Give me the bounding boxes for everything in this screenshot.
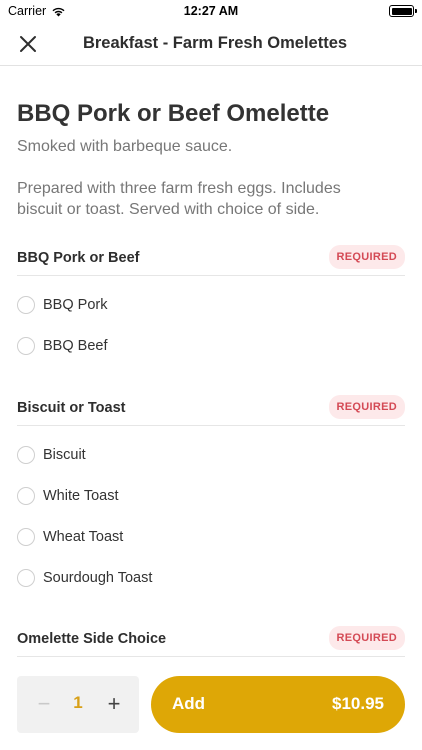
add-button-price: $10.95 xyxy=(332,694,384,713)
item-detail-scroll[interactable]: BBQ Pork or Beef Omelette Smoked with ba… xyxy=(0,67,422,660)
required-badge: REQUIRED xyxy=(328,245,405,269)
order-footer: − 1 + Add $10.95 xyxy=(0,660,422,750)
option-label: White Toast xyxy=(43,487,119,504)
option-group-meat: BBQ Pork or Beef REQUIRED BBQ Pork BBQ B… xyxy=(17,244,405,366)
option-group-side: Omelette Side Choice REQUIRED xyxy=(17,625,405,657)
option-group-header: Omelette Side Choice REQUIRED xyxy=(17,625,405,657)
option-label: Wheat Toast xyxy=(43,528,124,545)
quantity-value: 1 xyxy=(73,693,83,712)
required-badge: REQUIRED xyxy=(328,626,405,650)
option-group-bread: Biscuit or Toast REQUIRED Biscuit White … xyxy=(17,394,405,598)
option-bbq-pork[interactable]: BBQ Pork xyxy=(17,284,405,325)
option-group-title: Omelette Side Choice xyxy=(17,631,167,647)
status-time: 12:27 AM xyxy=(183,4,239,18)
option-group-title: BBQ Pork or Beef xyxy=(17,250,140,266)
item-title: BBQ Pork or Beef Omelette xyxy=(17,100,330,127)
option-bbq-beef[interactable]: BBQ Beef xyxy=(17,325,405,366)
status-bar: Carrier 12:27 AM xyxy=(0,0,422,22)
option-label: Sourdough Toast xyxy=(43,569,153,586)
decrement-button[interactable]: − xyxy=(29,689,59,719)
add-button-label: Add xyxy=(172,694,206,713)
nav-bar: Breakfast - Farm Fresh Omelettes xyxy=(0,22,422,66)
radio-button[interactable] xyxy=(17,336,35,355)
option-group-header: Biscuit or Toast REQUIRED xyxy=(17,394,405,426)
required-badge: REQUIRED xyxy=(328,395,405,419)
option-group-title: Biscuit or Toast xyxy=(17,400,126,416)
option-label: BBQ Beef xyxy=(43,337,108,354)
item-description: Prepared with three farm fresh eggs. Inc… xyxy=(17,180,341,218)
option-label: BBQ Pork xyxy=(43,296,108,313)
battery-icon xyxy=(389,5,417,17)
radio-button[interactable] xyxy=(17,486,35,505)
option-biscuit[interactable]: Biscuit xyxy=(17,434,405,475)
radio-button[interactable] xyxy=(17,445,35,464)
quantity-stepper: − 1 + xyxy=(17,676,139,733)
option-label: Biscuit xyxy=(43,446,86,463)
item-subtitle: Smoked with barbeque sauce. xyxy=(17,138,233,155)
radio-button[interactable] xyxy=(17,568,35,587)
add-to-order-button[interactable]: Add $10.95 xyxy=(151,676,405,733)
nav-title: Breakfast - Farm Fresh Omelettes xyxy=(82,34,348,52)
radio-button[interactable] xyxy=(17,295,35,314)
option-white-toast[interactable]: White Toast xyxy=(17,475,405,516)
radio-button[interactable] xyxy=(17,527,35,546)
option-wheat-toast[interactable]: Wheat Toast xyxy=(17,516,405,557)
option-group-header: BBQ Pork or Beef REQUIRED xyxy=(17,244,405,276)
increment-button[interactable]: + xyxy=(99,689,129,719)
option-sourdough-toast[interactable]: Sourdough Toast xyxy=(17,557,405,598)
